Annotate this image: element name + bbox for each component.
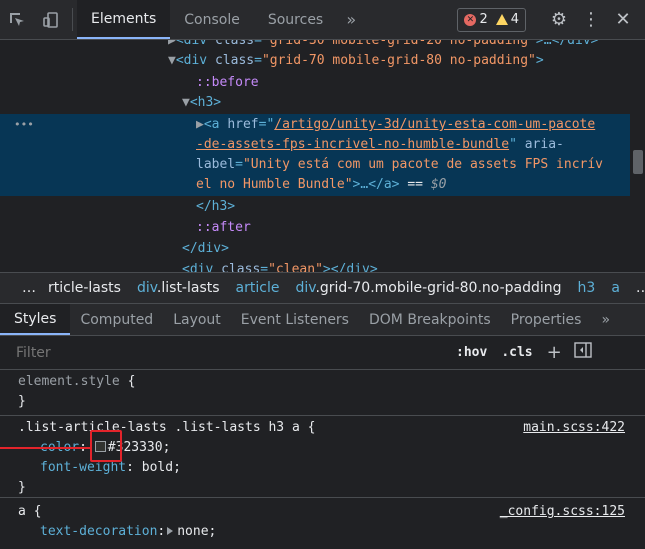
annotation-highlight-box — [90, 430, 122, 462]
source-link[interactable]: _config.scss:125 — [500, 502, 625, 522]
tab-event-listeners[interactable]: Event Listeners — [231, 304, 359, 335]
tab-elements[interactable]: Elements — [77, 0, 171, 39]
breadcrumb-item[interactable]: div.grid-70.mobile-grid-80.no-padding — [287, 280, 569, 296]
breadcrumb-item[interactable]: div.list-lasts — [129, 280, 228, 296]
tab-properties[interactable]: Properties — [501, 304, 592, 335]
device-toolbar-icon[interactable] — [34, 0, 68, 39]
rule-selector: element.style — [18, 374, 120, 389]
more-subtabs-icon[interactable]: » — [591, 304, 620, 335]
dom-node-grid-70[interactable]: ▼<div class="grid-70 mobile-grid-80 no-p… — [168, 51, 544, 71]
devtools-toolbar: Elements Console Sources » ✕ 2 4 ⚙ ⋮ ✕ — [0, 0, 645, 40]
tab-console[interactable]: Console — [170, 0, 254, 39]
property-value[interactable]: none — [177, 524, 208, 539]
dom-node-anchor-cont2: label="Unity está com um pacote de asset… — [196, 157, 603, 172]
error-count: 2 — [479, 12, 488, 27]
tab-computed[interactable]: Computed — [70, 304, 163, 335]
issues-counter[interactable]: ✕ 2 4 — [457, 7, 526, 32]
dom-node-div-close[interactable]: </div> — [182, 239, 229, 259]
breadcrumb-item[interactable]: article — [228, 280, 288, 296]
dom-node-clean[interactable]: <div class="clean"></div> — [182, 260, 378, 272]
dom-node-before[interactable]: ::before — [196, 73, 259, 93]
dom-node-options-icon[interactable]: ••• — [14, 115, 34, 135]
rule-selector[interactable]: a — [18, 504, 26, 519]
kebab-menu-icon[interactable]: ⋮ — [575, 9, 607, 30]
hover-state-button[interactable]: :hov — [456, 345, 487, 360]
gear-icon[interactable]: ⚙ — [543, 9, 575, 30]
annotation-arrow-line — [0, 447, 90, 449]
breadcrumb-item[interactable]: h3 — [570, 280, 604, 296]
dom-node-anchor[interactable]: ▶<a href="/artigo/unity-3d/unity-esta-co… — [196, 115, 595, 135]
style-rule-a: a { _config.scss:125 text-decoration: non… — [18, 502, 625, 539]
toolbar-divider — [72, 8, 73, 31]
dom-node-h3-close[interactable]: </h3> — [196, 197, 235, 217]
tab-sources[interactable]: Sources — [254, 0, 337, 39]
property-name[interactable]: font-weight — [40, 460, 126, 475]
class-toggle-button[interactable]: .cls — [501, 345, 532, 360]
property-value[interactable]: bold — [142, 460, 173, 475]
expand-arrow-icon[interactable] — [167, 527, 174, 535]
inspect-element-icon[interactable] — [0, 0, 34, 39]
rule-selector[interactable]: .list-article-lasts .list-lasts h3 a — [18, 420, 300, 435]
breadcrumb-item[interactable]: rticle-lasts — [44, 280, 129, 296]
dom-node-anchor-cont: -de-assets-fps-incrivel-no-humble-bundle… — [196, 137, 564, 152]
styles-filter-bar: :hov .cls + — [0, 336, 645, 370]
toggle-sidebar-icon[interactable] — [574, 342, 592, 363]
breadcrumb-item[interactable]: a — [603, 280, 628, 296]
href-link[interactable]: /artigo/unity-3d/unity-esta-com-um-pacot… — [274, 117, 595, 132]
issue-badges: ✕ 2 4 ⚙ ⋮ ✕ — [457, 0, 645, 39]
tab-styles[interactable]: Styles — [0, 304, 71, 335]
more-tabs-icon[interactable]: » — [337, 0, 365, 39]
tab-dom-breakpoints[interactable]: DOM Breakpoints — [359, 304, 501, 335]
warning-count: 4 — [510, 12, 519, 27]
breadcrumb-overflow[interactable]: … — [0, 280, 44, 296]
close-icon[interactable]: ✕ — [607, 9, 639, 30]
style-rule-element: element.style { } — [0, 372, 645, 416]
new-style-rule-icon[interactable]: + — [547, 342, 562, 363]
error-icon: ✕ — [464, 13, 477, 26]
dom-node-after[interactable]: ::after — [196, 218, 251, 238]
dom-node-grid-30[interactable]: ▶<div class="grid-30 mobile-grid-20 no-p… — [168, 40, 599, 51]
dom-node-h3[interactable]: ▼<h3> — [182, 93, 221, 113]
href-link-cont[interactable]: -de-assets-fps-incrivel-no-humble-bundle — [196, 137, 509, 152]
dom-scrollbar[interactable] — [633, 150, 643, 174]
filter-input[interactable] — [16, 344, 456, 361]
breadcrumb-overflow-right[interactable]: … — [628, 280, 645, 296]
sidebar-tabs: Styles Computed Layout Event Listeners D… — [0, 304, 645, 336]
tab-layout[interactable]: Layout — [163, 304, 231, 335]
property-name[interactable]: text-decoration — [40, 524, 157, 539]
dom-node-anchor-cont3: el no Humble Bundle">…</a> == $0 — [196, 177, 447, 192]
warning-icon — [495, 14, 508, 25]
breadcrumb: … rticle-lasts div.list-lasts article di… — [0, 272, 645, 304]
dom-tree: ▶<div class="grid-30 mobile-grid-20 no-p… — [0, 40, 645, 272]
source-link[interactable]: main.scss:422 — [523, 418, 625, 438]
